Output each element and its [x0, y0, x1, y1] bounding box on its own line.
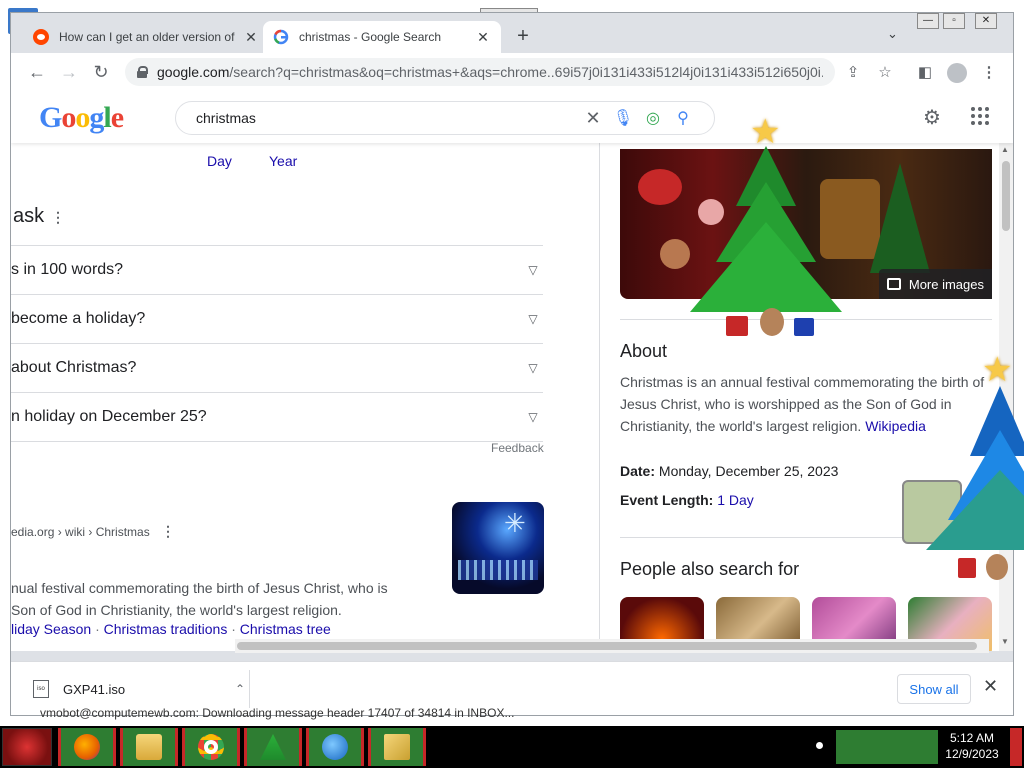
tab-title: christmas - Google Search	[299, 30, 442, 44]
iso-file-icon: iso	[33, 680, 49, 698]
divider	[11, 441, 543, 442]
reload-button[interactable]: ↻	[89, 61, 113, 83]
url-text: google.com/search?q=christmas&oq=christm…	[157, 64, 823, 80]
download-item[interactable]: iso GXP41.iso ⌃	[33, 674, 245, 704]
paa-question[interactable]: n holiday on December 25? ▽	[11, 392, 543, 441]
more-images-button[interactable]: More images	[878, 269, 992, 299]
date-filter-day[interactable]: Day	[207, 153, 232, 169]
background-status-text: vmobot@computemewb.com: Downloading mess…	[40, 706, 515, 720]
new-tab-button[interactable]: +	[511, 25, 535, 49]
people-also-ask-list: s in 100 words? ▽ become a holiday? ▽ ab…	[11, 245, 543, 442]
app-icon	[384, 734, 410, 760]
taskbar-mail-app[interactable]	[306, 728, 364, 766]
clear-icon[interactable]: ✕	[578, 108, 608, 129]
star-icon: ★	[982, 351, 1013, 389]
start-button-santa-icon[interactable]	[2, 728, 52, 766]
taskbar-firefox[interactable]	[58, 728, 116, 766]
side-panel-icon[interactable]: ◧	[915, 63, 935, 83]
feedback-link[interactable]: Feedback	[491, 441, 544, 455]
tree-icon	[260, 734, 286, 760]
google-g-icon	[273, 29, 289, 45]
chevron-down-icon: ▽	[528, 312, 538, 326]
tab-search-chevron-icon[interactable]: ⌄	[887, 26, 898, 42]
sitelink[interactable]: liday Season	[11, 621, 91, 637]
about-heading: About	[620, 341, 668, 361]
browser-toolbar: ← → ↻ google.com/search?q=christmas&oq=c…	[11, 53, 1013, 91]
notification-dot[interactable]	[816, 742, 823, 749]
download-file-name: GXP41.iso	[63, 681, 126, 697]
chevron-down-icon: ▽	[528, 263, 538, 277]
show-all-button[interactable]: Show all	[897, 674, 971, 704]
taskbar-file-explorer[interactable]	[120, 728, 178, 766]
fact-date: Date: Monday, December 25, 2023	[620, 463, 839, 479]
christmas-tree-widget: ★	[900, 350, 1024, 590]
tab-reddit[interactable]: How can I get an older version of ✕	[23, 21, 269, 53]
lens-icon[interactable]: ◎	[638, 108, 668, 128]
tab-title: How can I get an older version of	[59, 30, 235, 44]
mail-icon	[322, 734, 348, 760]
result-snippet: nual festival commemorating the birth of…	[11, 580, 388, 618]
chevron-down-icon: ▽	[528, 361, 538, 375]
taskbar: 5:12 AM 12/9/2023	[0, 726, 1024, 768]
menu-kebab-icon[interactable]: ⋮	[979, 63, 999, 83]
close-tab-icon[interactable]: ✕	[243, 29, 259, 46]
close-window-button[interactable]: ✕	[975, 13, 997, 29]
lock-icon[interactable]	[137, 66, 148, 78]
profile-avatar[interactable]	[947, 63, 967, 83]
taskbar-app[interactable]	[368, 728, 426, 766]
search-input[interactable]: christmas	[196, 110, 578, 126]
share-icon[interactable]: ⇪	[843, 63, 863, 83]
results-column: Day Year ask ⋮ s in 100 words? ▽ become …	[11, 143, 601, 651]
google-doodle-logo[interactable]: Google	[39, 101, 124, 135]
show-desktop-button[interactable]	[1010, 728, 1022, 766]
firefox-icon	[74, 734, 100, 760]
tab-strip: How can I get an older version of ✕ chri…	[11, 13, 1013, 53]
sitelink[interactable]: Christmas tree	[240, 621, 331, 637]
reddit-icon	[33, 29, 49, 45]
more-options-icon[interactable]: ⋮	[51, 209, 65, 226]
paa-question[interactable]: s in 100 words? ▽	[11, 245, 543, 294]
people-also-search-heading: People also search for	[620, 559, 800, 579]
apps-grid-icon[interactable]	[971, 107, 989, 125]
close-tab-icon[interactable]: ✕	[475, 29, 491, 46]
taskbar-tree-app[interactable]	[244, 728, 302, 766]
folder-icon	[136, 734, 162, 760]
taskbar-chrome[interactable]	[182, 728, 240, 766]
settings-gear-icon[interactable]: ⚙	[923, 105, 941, 130]
system-tray[interactable]	[836, 730, 938, 764]
back-button[interactable]: ←	[25, 61, 49, 83]
address-bar[interactable]: google.com/search?q=christmas&oq=christm…	[125, 58, 835, 86]
minimize-button[interactable]: —	[917, 13, 939, 29]
chevron-up-icon[interactable]: ⌃	[235, 682, 245, 696]
divider	[249, 670, 250, 708]
result-cite[interactable]: edia.org › wiki › Christmas	[11, 525, 150, 539]
paa-question[interactable]: become a holiday? ▽	[11, 294, 543, 343]
microphone-icon[interactable]: 🎙	[608, 108, 638, 128]
chevron-down-icon: ▽	[528, 410, 538, 424]
forward-button[interactable]: →	[57, 61, 81, 83]
chrome-icon	[198, 734, 224, 760]
maximize-button[interactable]: ▫	[943, 13, 965, 29]
date-filter-year[interactable]: Year	[269, 153, 297, 169]
event-length-link[interactable]: 1 Day	[717, 492, 754, 508]
clock[interactable]: 5:12 AM 12/9/2023	[944, 730, 1000, 762]
result-sitelinks: liday Season · Christmas traditions · Ch…	[11, 621, 331, 637]
people-also-ask-heading: ask	[13, 205, 45, 227]
sitelink[interactable]: Christmas traditions	[104, 621, 228, 637]
paa-question[interactable]: about Christmas? ▽	[11, 343, 543, 392]
result-thumbnail-image[interactable]	[452, 502, 544, 594]
bookmark-star-icon[interactable]: ☆	[875, 63, 895, 83]
search-box[interactable]: christmas ✕ 🎙 ◎ ⚲	[175, 101, 715, 135]
horizontal-scrollbar[interactable]	[235, 639, 989, 653]
image-icon	[886, 278, 901, 290]
fact-event-length: Event Length: 1 Day	[620, 492, 754, 508]
close-download-shelf-icon[interactable]: ✕	[983, 676, 998, 697]
result-options-icon[interactable]: ⋮	[161, 523, 175, 540]
christmas-tree-widget: ★	[676, 112, 876, 352]
tab-google-search[interactable]: christmas - Google Search ✕	[263, 21, 501, 53]
